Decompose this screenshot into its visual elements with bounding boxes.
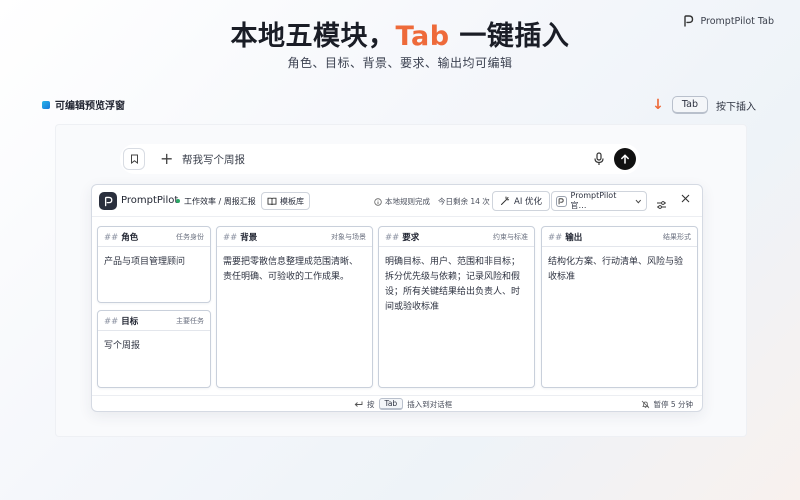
model-select[interactable]: PromptPilot 官… [551,191,647,211]
info-icon [374,197,382,206]
module-card-output[interactable]: ## 输出 结果形式 结构化方案、行动清单、风险与验收标准 [541,226,698,388]
model-select-value: PromptPilot 官… [570,191,617,210]
panel-header: PromptPilot 工作效率 / 周报汇报 模板库 本地规则完成 今日剩余 … [92,185,702,217]
card-hint: 对象与场景 [331,232,366,241]
pause-label: 暂停 5 分钟 [653,400,693,409]
hero-title-text-end: 一键插入 [449,21,570,52]
panel-footer: 按 Tab 插入到对话框 暂停 5 分钟 [92,395,702,411]
mic-button[interactable] [594,151,604,170]
template-library-label: 模板库 [280,196,304,206]
send-button[interactable] [614,148,636,170]
status-dot [176,199,180,203]
module-card-requirements[interactable]: ## 要求 约束与标准 明确目标、用户、范围和非目标；拆分优先级与依赖；记录风险和… [378,226,535,388]
app-logo-icon [99,192,117,210]
preview-label-text: 可编辑预览浮窗 [55,101,125,112]
model-logo-icon [556,195,567,207]
card-content[interactable]: 明确目标、用户、范围和非目标；拆分优先级与依赖；记录风险和假设；所有关键结果给出… [379,247,534,323]
preview-label: 可编辑预览浮窗 [42,97,125,112]
card-header: ## 角色 任务身份 [98,227,210,247]
remaining-quota: 今日剩余 14 次 [438,197,490,206]
chevron-down-icon [635,199,642,203]
insert-hint: 按 Tab 插入到对话框 [354,398,452,410]
chat-input[interactable]: 帮我写个周报 [182,152,245,167]
card-title: ## 要求 [385,232,420,243]
card-header: ## 输出 结果形式 [542,227,697,247]
card-title: ## 目标 [104,316,139,327]
ai-optimize-label: AI 优化 [514,197,543,207]
ai-optimize-button[interactable]: AI 优化 [492,191,551,211]
status-text: 本地规则完成 [385,197,430,206]
hero-subtitle: 角色、目标、背景、要求、输出均可编辑 [287,56,513,70]
card-content[interactable]: 产品与项目管理顾问 [98,247,210,278]
add-button[interactable]: + [160,150,173,168]
preview-panel: PromptPilot 工作效率 / 周报汇报 模板库 本地规则完成 今日剩余 … [91,184,703,412]
hero-title: 本地五模块，Tab 一键插入 [0,14,800,53]
mic-icon [594,152,604,165]
card-header: ## 目标 主要任务 [98,311,210,331]
card-content[interactable]: 结构化方案、行动清单、风险与验收标准 [542,247,697,293]
status-indicator: 本地规则完成 [374,196,430,207]
card-hint: 主要任务 [176,316,204,325]
module-card-background[interactable]: ## 背景 对象与场景 需要把零散信息整理成范围清晰、责任明确、可验收的工作成果。 [216,226,373,388]
card-header: ## 背景 对象与场景 [217,227,372,247]
preview-dot-icon [42,100,50,109]
app-name: PromptPilot [121,195,179,206]
card-content[interactable]: 需要把零散信息整理成范围清晰、责任明确、可验收的工作成果。 [217,247,372,293]
close-icon [681,194,690,203]
tab-hint: ↓ Tab 按下插入 [652,96,756,114]
sliders-icon [657,201,666,209]
module-card-goal[interactable]: ## 目标 主要任务 写个周报 [97,310,211,388]
pause-button[interactable]: 暂停 5 分钟 [641,399,693,410]
book-icon [267,197,277,205]
insert-hint-prefix: 按 [367,399,375,409]
template-library-button[interactable]: 模板库 [261,192,310,210]
card-title: ## 角色 [104,232,139,243]
insert-hint-suffix: 插入到对话框 [407,399,453,409]
card-hint: 约束与标准 [493,232,528,241]
tab-key: Tab [671,96,708,114]
module-card-role[interactable]: ## 角色 任务身份 产品与项目管理顾问 [97,226,211,303]
close-button[interactable] [681,194,690,206]
bell-off-icon [642,400,650,409]
arrow-up-icon [621,154,629,164]
bookmark-button[interactable] [123,148,145,170]
card-content[interactable]: 写个周报 [98,331,210,362]
tab-key-small: Tab [378,398,404,410]
card-hint: 任务身份 [176,232,204,241]
tab-hint-text: 按下插入 [716,101,756,113]
hero-title-accent: Tab [395,21,450,52]
card-hint: 结果形式 [663,232,691,241]
magic-wand-icon [501,196,510,205]
card-header: ## 要求 约束与标准 [379,227,534,247]
category-breadcrumb: 工作效率 / 周报汇报 [184,197,256,206]
enter-arrow-icon [354,401,363,407]
card-title: ## 输出 [548,232,583,243]
settings-button[interactable] [656,195,667,214]
down-arrow-icon: ↓ [652,97,664,113]
hero-title-text: 本地五模块， [230,21,396,52]
chat-input-bar: + 帮我写个周报 [120,144,640,174]
card-title: ## 背景 [223,232,258,243]
bookmark-icon [130,154,138,164]
